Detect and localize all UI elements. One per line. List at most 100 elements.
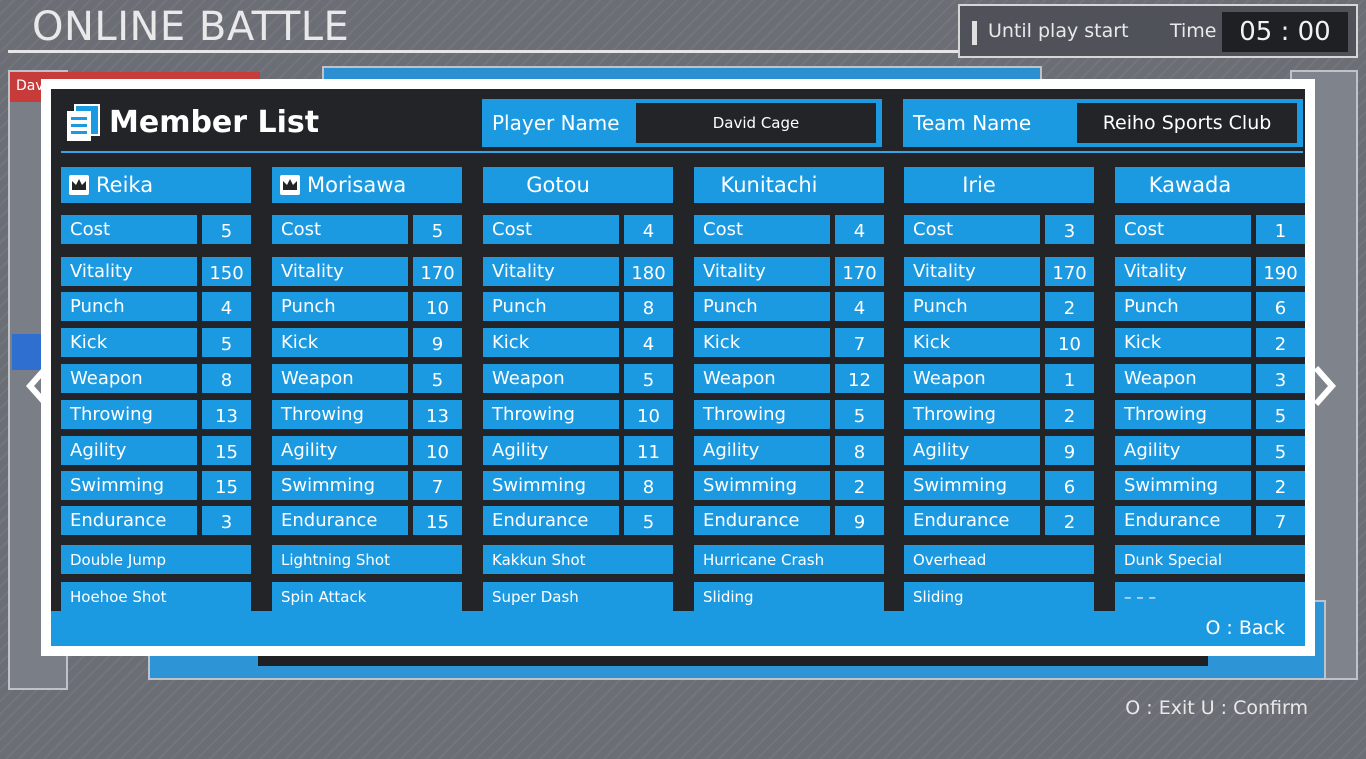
stat-row-throwing: Throwing 5	[1115, 400, 1305, 429]
stat-label: Endurance	[61, 506, 197, 535]
stat-row-weapon: Weapon 1	[904, 364, 1094, 393]
special-move: – – –	[1115, 582, 1305, 611]
member-name: Reika	[96, 173, 154, 197]
team-name-field: Team Name Reiho Sports Club	[903, 99, 1303, 147]
stat-row-throwing: Throwing 10	[483, 400, 673, 429]
chevron-right-icon[interactable]	[1306, 360, 1340, 412]
stat-value: 8	[624, 292, 673, 321]
stat-row-weapon: Weapon 8	[61, 364, 251, 393]
stat-value: 1	[1045, 364, 1094, 393]
stat-row-swimming: Swimming 15	[61, 471, 251, 500]
stat-row-vitality: Vitality 190	[1115, 257, 1305, 286]
stat-row-weapon: Weapon 3	[1115, 364, 1305, 393]
stat-value: 4	[202, 292, 251, 321]
stat-value: 5	[413, 215, 462, 244]
stat-label: Vitality	[1115, 257, 1251, 286]
stat-value: 5	[413, 364, 462, 393]
stat-value: 5	[202, 215, 251, 244]
stat-value: 5	[835, 400, 884, 429]
stat-row-punch: Punch 6	[1115, 292, 1305, 321]
stat-row-throwing: Throwing 13	[272, 400, 462, 429]
stat-label: Cost	[1115, 215, 1251, 244]
stat-row-throwing: Throwing 2	[904, 400, 1094, 429]
stat-label: Weapon	[904, 364, 1040, 393]
special-move: Super Dash	[483, 582, 673, 611]
stat-value: 8	[624, 471, 673, 500]
stat-value: 9	[1045, 436, 1094, 465]
stat-row-cost: Cost 3	[904, 215, 1094, 244]
stat-row-swimming: Swimming 6	[904, 471, 1094, 500]
stat-value: 12	[835, 364, 884, 393]
special-move: Hurricane Crash	[694, 545, 884, 574]
stat-label: Agility	[1115, 436, 1251, 465]
stat-label: Vitality	[272, 257, 408, 286]
time-label: Time	[1170, 20, 1217, 42]
member-name-cell: Reika	[61, 167, 251, 203]
member-name-cell: Irie	[904, 167, 1094, 203]
stat-label: Cost	[904, 215, 1040, 244]
stat-label: Vitality	[904, 257, 1040, 286]
stat-label: Punch	[272, 292, 408, 321]
member-name: Kunitachi	[720, 173, 818, 197]
stat-value: 9	[835, 506, 884, 535]
stat-label: Endurance	[483, 506, 619, 535]
stat-label: Swimming	[61, 471, 197, 500]
stat-label: Vitality	[61, 257, 197, 286]
member-name: Gotou	[526, 173, 590, 197]
stat-row-agility: Agility 11	[483, 436, 673, 465]
stat-value: 8	[202, 364, 251, 393]
stat-row-weapon: Weapon 5	[272, 364, 462, 393]
stat-label: Weapon	[272, 364, 408, 393]
stat-row-kick: Kick 4	[483, 328, 673, 357]
stat-row-endurance: Endurance 15	[272, 506, 462, 535]
stat-row-endurance: Endurance 5	[483, 506, 673, 535]
stat-row-kick: Kick 5	[61, 328, 251, 357]
stat-row-punch: Punch 4	[694, 292, 884, 321]
stat-value: 10	[413, 436, 462, 465]
member-name-cell: Gotou	[483, 167, 673, 203]
back-hint[interactable]: O : Back	[1205, 617, 1285, 639]
stat-value: 1	[1256, 215, 1305, 244]
stat-row-endurance: Endurance 2	[904, 506, 1094, 535]
stat-label: Punch	[1115, 292, 1251, 321]
stat-label: Cost	[272, 215, 408, 244]
stat-value: 2	[835, 471, 884, 500]
special-move: Spin Attack	[272, 582, 462, 611]
stat-row-kick: Kick 7	[694, 328, 884, 357]
stat-value: 5	[624, 506, 673, 535]
stat-row-punch: Punch 4	[61, 292, 251, 321]
stat-value: 7	[413, 471, 462, 500]
stat-value: 6	[1045, 471, 1094, 500]
stat-label: Vitality	[483, 257, 619, 286]
stat-value: 170	[1045, 257, 1094, 286]
stat-label: Agility	[272, 436, 408, 465]
stat-label: Kick	[61, 328, 197, 357]
stat-label: Weapon	[483, 364, 619, 393]
stat-label: Agility	[61, 436, 197, 465]
stat-value: 10	[1045, 328, 1094, 357]
stat-label: Agility	[483, 436, 619, 465]
stat-row-punch: Punch 10	[272, 292, 462, 321]
member-name-cell: Morisawa	[272, 167, 462, 203]
crown-icon	[69, 175, 89, 195]
chevron-left-icon[interactable]	[22, 360, 56, 412]
stat-row-cost: Cost 4	[483, 215, 673, 244]
stat-row-punch: Punch 8	[483, 292, 673, 321]
stat-label: Agility	[904, 436, 1040, 465]
special-move: Sliding	[904, 582, 1094, 611]
special-move: Sliding	[694, 582, 884, 611]
stat-label: Kick	[272, 328, 408, 357]
stat-label: Kick	[483, 328, 619, 357]
stat-row-throwing: Throwing 5	[694, 400, 884, 429]
stat-value: 15	[413, 506, 462, 535]
stat-value: 10	[413, 292, 462, 321]
stat-row-swimming: Swimming 2	[1115, 471, 1305, 500]
stat-label: Kick	[694, 328, 830, 357]
team-name-label: Team Name	[913, 111, 1032, 135]
stat-row-swimming: Swimming 7	[272, 471, 462, 500]
time-value: 05 : 00	[1222, 12, 1348, 52]
stat-row-agility: Agility 9	[904, 436, 1094, 465]
stat-value: 170	[413, 257, 462, 286]
timer-bar-marker	[972, 21, 977, 45]
player-name-value: David Cage	[636, 103, 876, 143]
